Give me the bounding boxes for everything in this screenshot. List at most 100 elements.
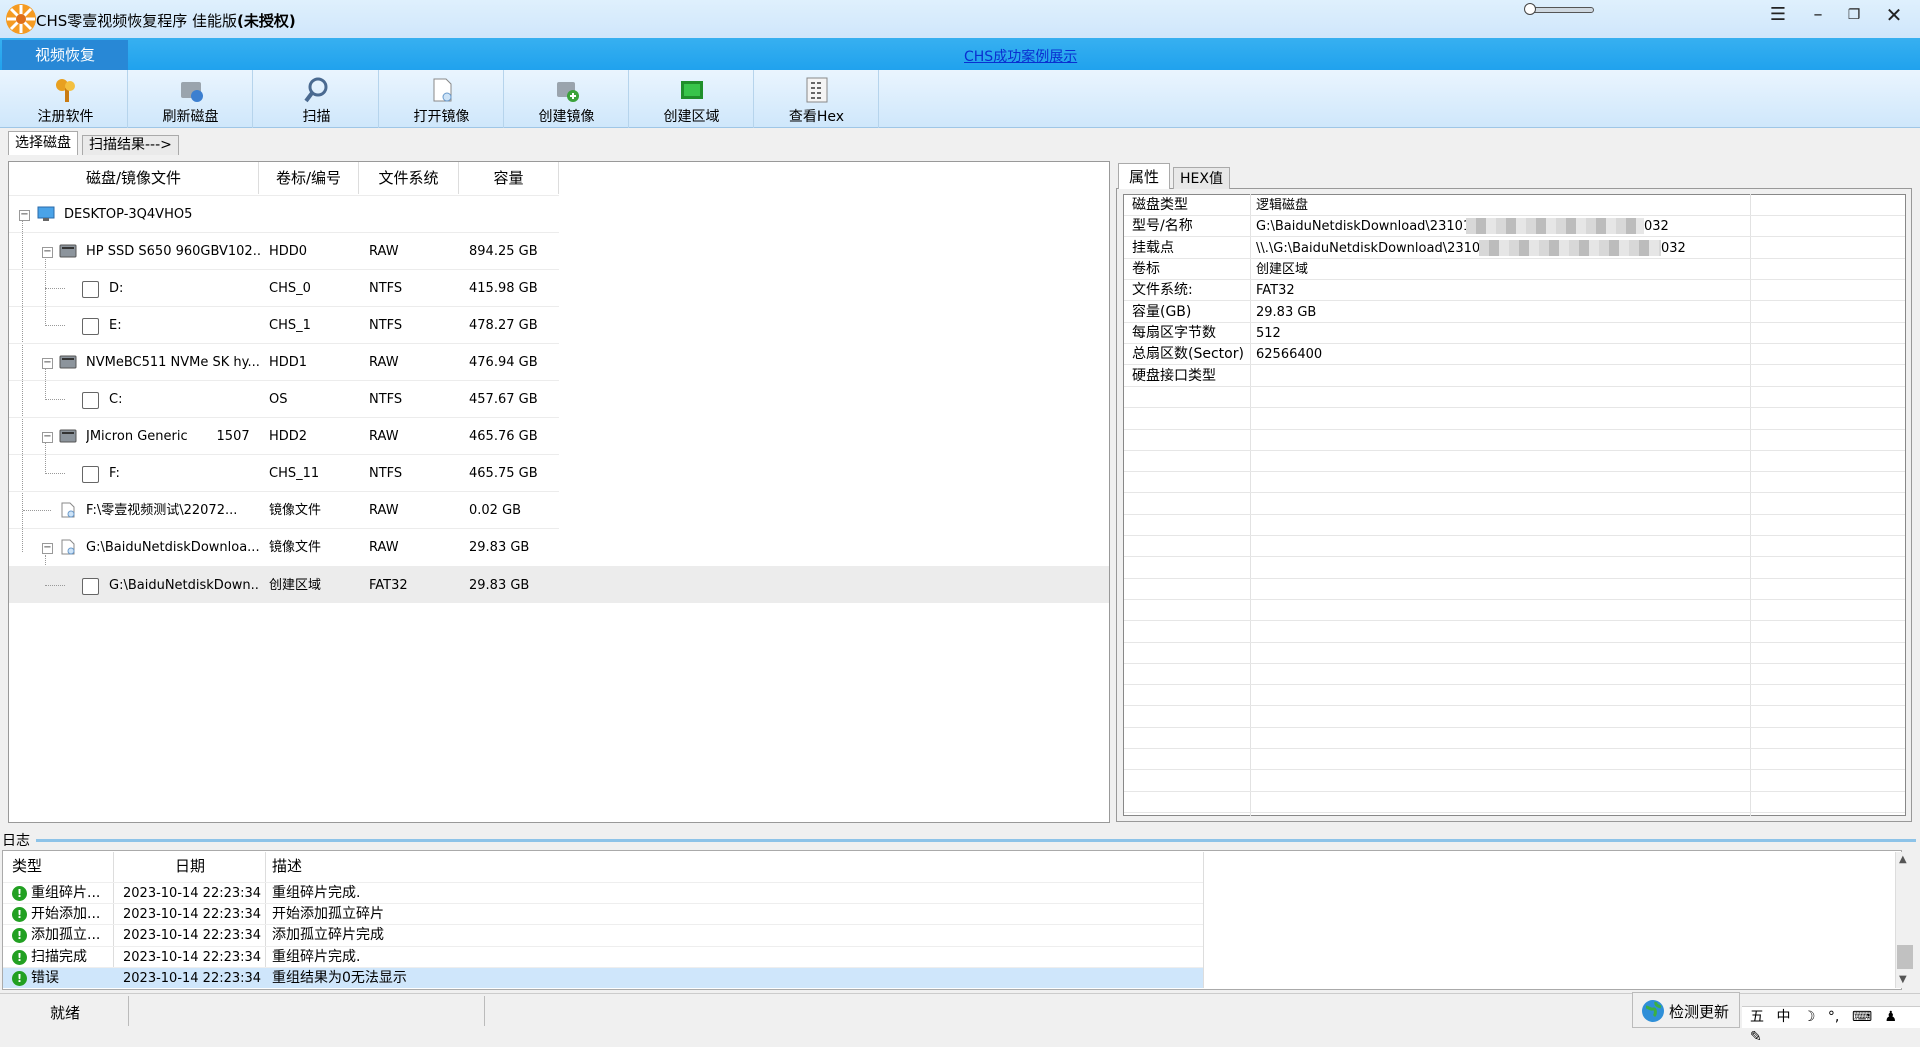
log-type: 重组碎片... [31,885,101,901]
scroll-down-icon[interactable]: ▼ [1899,974,1907,985]
tab-scan-result[interactable]: 扫描结果---> [82,135,179,155]
ime-tool-icon[interactable]: ✎ [1750,1027,1762,1047]
empty-property-row [1124,770,1905,792]
refresh-disk-button[interactable]: 刷新磁盘 [129,70,253,128]
property-row[interactable]: 挂载点 \\.\G:\BaiduNetdiskDownload\2310 032 [1124,238,1905,260]
property-row[interactable]: 型号/名称 G:\BaiduNetdiskDownload\231012_ 03… [1124,216,1905,238]
disk-label: 镜像文件 [269,540,322,555]
open-image-button[interactable]: 打开镜像 [380,70,504,128]
log-col-desc[interactable]: 描述 [272,851,302,881]
col-header-disk[interactable]: 磁盘/镜像文件 [9,162,259,194]
menu-icon[interactable]: ☰ [1764,4,1792,26]
property-row[interactable]: 总扇区数(Sector) 62566400 [1124,344,1905,366]
volume-checkbox[interactable] [82,466,99,483]
tree-row[interactable]: − HP SSD S650 960GBV102... HDD0 RAW 894.… [9,232,559,269]
create-image-label: 创建镜像 [538,109,595,125]
image-file-icon [61,539,75,555]
disk-name: NVMeBC511 NVMe SK hy... [86,355,260,370]
ime-punct-icon[interactable]: °, [1828,1007,1839,1027]
disk-size: 29.83 GB [469,540,530,555]
create-image-button[interactable]: 创建镜像 [505,70,629,128]
collapse-icon[interactable]: − [42,247,53,258]
opacity-slider[interactable] [1528,7,1594,13]
tab-properties[interactable]: 属性 [1118,163,1171,189]
log-type: 开始添加... [31,906,101,922]
property-row[interactable]: 每扇区字节数 512 [1124,323,1905,345]
volume-checkbox[interactable] [82,281,99,298]
volume-checkbox[interactable] [82,392,99,409]
volume-checkbox[interactable] [82,578,99,595]
col-header-fs[interactable]: 文件系统 [359,162,459,194]
disk-label: 创建区域 [269,578,322,593]
globe-icon [1642,1000,1664,1022]
log-col-type[interactable]: 类型 [12,851,42,881]
tree-row[interactable]: F: CHS_11 NTFS 465.75 GB [9,454,559,491]
log-row[interactable]: ! 扫描完成 2023-10-14 22:23:34 重组碎片完成. [3,946,1203,967]
case-showcase-link[interactable]: CHS成功案例展示 [964,46,1077,66]
log-date: 2023-10-14 22:23:34 [123,950,262,965]
log-row[interactable]: ! 添加孤立... 2023-10-14 22:23:34 添加孤立碎片完成 [3,924,1203,945]
tree-row[interactable]: F:\零壹视频测试\22072... 镜像文件 RAW 0.02 GB [9,491,559,528]
log-row[interactable]: ! 重组碎片... 2023-10-14 22:23:34 重组碎片完成. [3,882,1203,903]
collapse-icon[interactable]: − [42,543,53,554]
open-image-label: 打开镜像 [413,109,470,125]
tree-row[interactable]: E: CHS_1 NTFS 478.27 GB [9,306,559,343]
tree-row[interactable]: − G:\BaiduNetdiskDownloa... 镜像文件 RAW 29.… [9,528,559,565]
ime-keyboard-icon[interactable]: ⌨ [1852,1007,1872,1027]
refresh-label: 刷新磁盘 [162,109,219,125]
collapse-icon[interactable]: − [42,358,53,369]
log-row-selected[interactable]: ! 错误 2023-10-14 22:23:34 重组结果为0无法显示 [3,967,1203,989]
collapse-icon[interactable]: − [19,210,30,221]
property-row[interactable]: 卷标 创建区域 [1124,259,1905,281]
tree-row[interactable]: − NVMeBC511 NVMe SK hy... HDD1 RAW 476.9… [9,343,559,380]
tree-row-selected[interactable]: G:\BaiduNetdiskDown... 创建区域 FAT32 29.83 … [9,566,1109,603]
scroll-up-icon[interactable]: ▲ [1899,854,1907,865]
tab-hex-value[interactable]: HEX值 [1173,167,1230,189]
empty-property-row [1124,749,1905,771]
empty-property-row [1124,792,1905,813]
tree-row[interactable]: C: OS NTFS 457.67 GB [9,380,559,417]
create-region-button[interactable]: 创建区域 [630,70,754,128]
tree-line [45,288,65,289]
col-header-label[interactable]: 卷标/编号 [259,162,359,194]
col-header-size[interactable]: 容量 [459,162,559,194]
scan-label: 扫描 [302,109,331,125]
tree-row[interactable]: D: CHS_0 NTFS 415.98 GB [9,269,559,306]
register-button[interactable]: 注册软件 [4,70,128,128]
property-row[interactable]: 磁盘类型 逻辑磁盘 [1124,195,1905,217]
tab-video-recovery[interactable]: 视频恢复 [2,40,128,70]
ime-toolbar[interactable]: 五 中 ☽ °, ⌨ ♟ ✎ [1742,1006,1920,1045]
scrollbar-thumb[interactable] [1897,945,1913,969]
log-row[interactable]: ! 开始添加... 2023-10-14 22:23:34 开始添加孤立碎片 [3,903,1203,924]
tab-select-disk[interactable]: 选择磁盘 [8,131,78,155]
property-value: \\.\G:\BaiduNetdiskDownload\2310 [1256,241,1481,256]
log-type: 错误 [31,970,59,986]
check-update-button[interactable]: 检测更新 [1632,992,1740,1028]
close-button[interactable]: ✕ [1880,4,1908,26]
log-type: 扫描完成 [31,949,87,965]
view-hex-button[interactable]: 查看Hex [755,70,879,128]
disk-add-icon [556,82,579,102]
scan-button[interactable]: 扫描 [255,70,379,128]
log-col-date[interactable]: 日期 [175,851,205,881]
collapse-icon[interactable]: − [42,432,53,443]
tree-line [45,585,65,586]
volume-checkbox[interactable] [82,318,99,335]
tree-row[interactable]: − DESKTOP-3Q4VHO5 [9,195,559,232]
property-value: 62566400 [1256,347,1323,362]
disk-size: 457.67 GB [469,392,538,407]
log-date: 2023-10-14 22:23:34 [123,928,262,943]
minimize-button[interactable]: – [1804,4,1832,26]
opacity-slider-handle[interactable] [1524,3,1536,15]
property-row[interactable]: 容量(GB) 29.83 GB [1124,302,1905,324]
property-row[interactable]: 文件系统: FAT32 [1124,280,1905,302]
disk-name: F: [109,466,120,481]
ime-lang-icon[interactable]: 中 [1776,1007,1790,1027]
maximize-button[interactable]: ❐ [1840,4,1868,26]
ime-mode-icon[interactable]: 五 [1750,1007,1764,1027]
ime-user-icon[interactable]: ♟ [1885,1007,1898,1027]
property-row[interactable]: 硬盘接口类型 [1124,366,1905,388]
tree-row[interactable]: − JMicron Generic 1507 HDD2 RAW 465.76 G… [9,417,559,454]
ime-moon-icon[interactable]: ☽ [1803,1007,1816,1027]
window-title: CHS零壹视频恢复程序 佳能版(未授权) [36,12,296,30]
